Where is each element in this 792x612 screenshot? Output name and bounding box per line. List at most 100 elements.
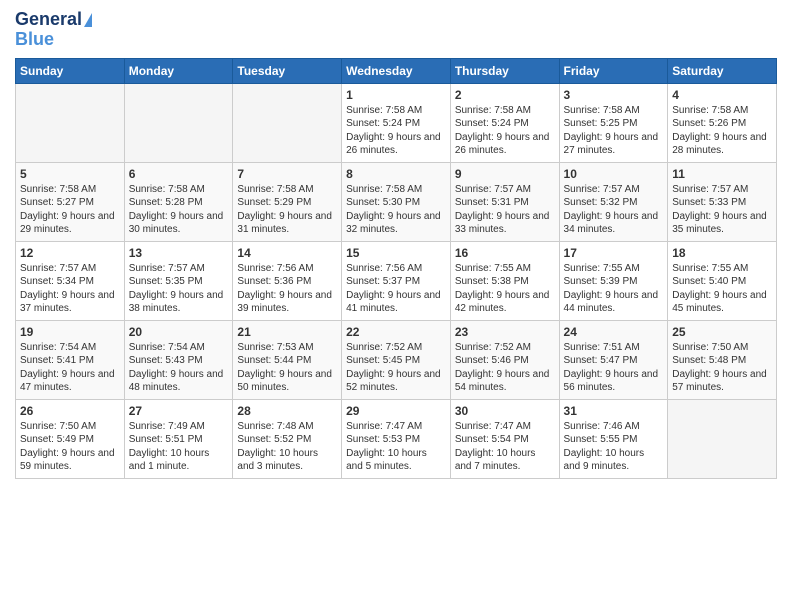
day-number: 22 xyxy=(346,325,446,339)
calendar-cell: 29Sunrise: 7:47 AM Sunset: 5:53 PM Dayli… xyxy=(342,399,451,478)
calendar-cell: 22 Sunrise: 7:52 AM Sunset: 5:45 PM Dayli… xyxy=(342,320,451,399)
day-number: 7 xyxy=(237,167,337,181)
calendar-cell: 30 Sunrise: 7:47 AM Sunset: 5:54 PM Dayli… xyxy=(450,399,559,478)
calendar-week-row: 5 Sunrise: 7:58 AM Sunset: 5:27 PM Daylig… xyxy=(16,162,777,241)
header: General Blue xyxy=(15,10,777,50)
day-number: 5 xyxy=(20,167,120,181)
calendar-cell: 7 Sunrise: 7:58 AM Sunset: 5:29 PM Daylig… xyxy=(233,162,342,241)
day-number: 9 xyxy=(455,167,555,181)
day-info: Sunrise: 7:47 AM Sunset: 5:53 PM Dayligh… xyxy=(346,420,446,474)
calendar-cell: 17 Sunrise: 7:55 AM Sunset: 5:39 PM Dayli… xyxy=(559,241,668,320)
weekday-header: Monday xyxy=(124,58,233,83)
calendar-cell: 26 Sunrise: 7:50 AM Sunset: 5:49 PM Dayli… xyxy=(16,399,125,478)
day-info: Sunrise: 7:54 AM Sunset: 5:43 PM Dayligh… xyxy=(129,341,229,395)
calendar-cell xyxy=(668,399,777,478)
calendar-week-row: 19 Sunrise: 7:54 AM Sunset: 5:41 PM Dayli… xyxy=(16,320,777,399)
calendar-cell: 18 Sunrise: 7:55 AM Sunset: 5:40 PM Dayli… xyxy=(668,241,777,320)
day-info: Sunrise: 7:48 AM Sunset: 5:52 PM Dayligh… xyxy=(237,420,337,474)
calendar-cell xyxy=(16,83,125,162)
calendar-cell: 19 Sunrise: 7:54 AM Sunset: 5:41 PM Dayli… xyxy=(16,320,125,399)
logo-icon xyxy=(84,13,92,27)
day-info: Sunrise: 7:57 AM Sunset: 5:35 PM Dayligh… xyxy=(129,262,229,316)
day-number: 18 xyxy=(672,246,772,260)
day-info: Sunrise: 7:47 AM Sunset: 5:54 PM Dayligh… xyxy=(455,420,555,474)
calendar-cell xyxy=(124,83,233,162)
calendar-cell: 2 Sunrise: 7:58 AM Sunset: 5:24 PM Daylig… xyxy=(450,83,559,162)
calendar-cell: 6 Sunrise: 7:58 AM Sunset: 5:28 PM Daylig… xyxy=(124,162,233,241)
calendar-cell: 13Sunrise: 7:57 AM Sunset: 5:35 PM Dayli… xyxy=(124,241,233,320)
day-number: 8 xyxy=(346,167,446,181)
day-number: 1 xyxy=(346,88,446,102)
day-number: 26 xyxy=(20,404,120,418)
day-info: Sunrise: 7:52 AM Sunset: 5:45 PM Dayligh… xyxy=(346,341,446,395)
calendar-week-row: 1 Sunrise: 7:58 AM Sunset: 5:24 PM Daylig… xyxy=(16,83,777,162)
day-info: Sunrise: 7:58 AM Sunset: 5:28 PM Dayligh… xyxy=(129,183,229,237)
calendar-cell: 23 Sunrise: 7:52 AM Sunset: 5:46 PM Dayli… xyxy=(450,320,559,399)
day-number: 17 xyxy=(564,246,664,260)
day-info: Sunrise: 7:58 AM Sunset: 5:27 PM Dayligh… xyxy=(20,183,120,237)
calendar-cell: 1 Sunrise: 7:58 AM Sunset: 5:24 PM Daylig… xyxy=(342,83,451,162)
weekday-header-row: SundayMondayTuesdayWednesdayThursdayFrid… xyxy=(16,58,777,83)
day-number: 2 xyxy=(455,88,555,102)
calendar-cell: 27 Sunrise: 7:49 AM Sunset: 5:51 PM Dayli… xyxy=(124,399,233,478)
calendar-cell: 28 Sunrise: 7:48 AM Sunset: 5:52 PM Dayli… xyxy=(233,399,342,478)
day-info: Sunrise: 7:50 AM Sunset: 5:49 PM Dayligh… xyxy=(20,420,120,474)
calendar-cell: 3 Sunrise: 7:58 AM Sunset: 5:25 PM Daylig… xyxy=(559,83,668,162)
day-number: 28 xyxy=(237,404,337,418)
weekday-header: Saturday xyxy=(668,58,777,83)
calendar-week-row: 26 Sunrise: 7:50 AM Sunset: 5:49 PM Dayli… xyxy=(16,399,777,478)
day-info: Sunrise: 7:49 AM Sunset: 5:51 PM Dayligh… xyxy=(129,420,229,474)
day-info: Sunrise: 7:58 AM Sunset: 5:26 PM Dayligh… xyxy=(672,104,772,158)
day-number: 19 xyxy=(20,325,120,339)
calendar-cell: 16Sunrise: 7:55 AM Sunset: 5:38 PM Dayli… xyxy=(450,241,559,320)
calendar-cell: 5 Sunrise: 7:58 AM Sunset: 5:27 PM Daylig… xyxy=(16,162,125,241)
day-number: 14 xyxy=(237,246,337,260)
weekday-header: Sunday xyxy=(16,58,125,83)
logo-text-general: General xyxy=(15,10,82,30)
day-number: 30 xyxy=(455,404,555,418)
day-number: 3 xyxy=(564,88,664,102)
calendar-cell: 21 Sunrise: 7:53 AM Sunset: 5:44 PM Dayli… xyxy=(233,320,342,399)
day-number: 23 xyxy=(455,325,555,339)
weekday-header: Thursday xyxy=(450,58,559,83)
day-number: 20 xyxy=(129,325,229,339)
day-info: Sunrise: 7:58 AM Sunset: 5:24 PM Dayligh… xyxy=(455,104,555,158)
weekday-header: Tuesday xyxy=(233,58,342,83)
day-info: Sunrise: 7:55 AM Sunset: 5:39 PM Dayligh… xyxy=(564,262,664,316)
day-number: 4 xyxy=(672,88,772,102)
day-number: 25 xyxy=(672,325,772,339)
calendar-table: SundayMondayTuesdayWednesdayThursdayFrid… xyxy=(15,58,777,479)
weekday-header: Friday xyxy=(559,58,668,83)
day-info: Sunrise: 7:58 AM Sunset: 5:24 PM Dayligh… xyxy=(346,104,446,158)
calendar-cell: 24Sunrise: 7:51 AM Sunset: 5:47 PM Dayli… xyxy=(559,320,668,399)
day-info: Sunrise: 7:55 AM Sunset: 5:38 PM Dayligh… xyxy=(455,262,555,316)
calendar-cell: 31Sunrise: 7:46 AM Sunset: 5:55 PM Dayli… xyxy=(559,399,668,478)
day-info: Sunrise: 7:56 AM Sunset: 5:37 PM Dayligh… xyxy=(346,262,446,316)
day-number: 10 xyxy=(564,167,664,181)
calendar-cell: 25Sunrise: 7:50 AM Sunset: 5:48 PM Dayli… xyxy=(668,320,777,399)
day-info: Sunrise: 7:51 AM Sunset: 5:47 PM Dayligh… xyxy=(564,341,664,395)
day-number: 31 xyxy=(564,404,664,418)
day-info: Sunrise: 7:57 AM Sunset: 5:33 PM Dayligh… xyxy=(672,183,772,237)
day-number: 15 xyxy=(346,246,446,260)
calendar-cell xyxy=(233,83,342,162)
calendar-cell: 15 Sunrise: 7:56 AM Sunset: 5:37 PM Dayli… xyxy=(342,241,451,320)
day-info: Sunrise: 7:54 AM Sunset: 5:41 PM Dayligh… xyxy=(20,341,120,395)
day-info: Sunrise: 7:55 AM Sunset: 5:40 PM Dayligh… xyxy=(672,262,772,316)
day-info: Sunrise: 7:58 AM Sunset: 5:25 PM Dayligh… xyxy=(564,104,664,158)
calendar-cell: 4 Sunrise: 7:58 AM Sunset: 5:26 PM Daylig… xyxy=(668,83,777,162)
calendar-cell: 8 Sunrise: 7:58 AM Sunset: 5:30 PM Daylig… xyxy=(342,162,451,241)
day-number: 6 xyxy=(129,167,229,181)
day-number: 21 xyxy=(237,325,337,339)
day-info: Sunrise: 7:58 AM Sunset: 5:30 PM Dayligh… xyxy=(346,183,446,237)
day-info: Sunrise: 7:53 AM Sunset: 5:44 PM Dayligh… xyxy=(237,341,337,395)
weekday-header: Wednesday xyxy=(342,58,451,83)
day-number: 12 xyxy=(20,246,120,260)
calendar-cell: 20 Sunrise: 7:54 AM Sunset: 5:43 PM Dayli… xyxy=(124,320,233,399)
day-info: Sunrise: 7:58 AM Sunset: 5:29 PM Dayligh… xyxy=(237,183,337,237)
day-number: 11 xyxy=(672,167,772,181)
day-number: 27 xyxy=(129,404,229,418)
logo-text-blue: Blue xyxy=(15,30,54,50)
calendar-cell: 14Sunrise: 7:56 AM Sunset: 5:36 PM Dayli… xyxy=(233,241,342,320)
day-info: Sunrise: 7:52 AM Sunset: 5:46 PM Dayligh… xyxy=(455,341,555,395)
